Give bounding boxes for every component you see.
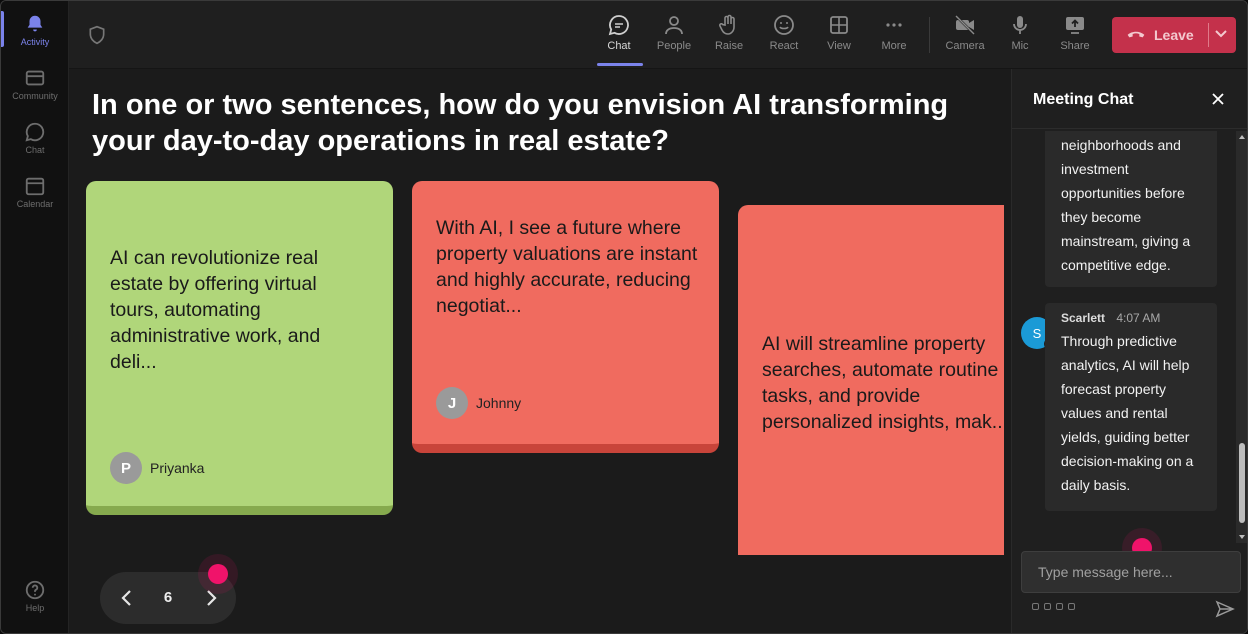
message-text: Through predictive analytics, AI will he… <box>1061 333 1194 493</box>
chevron-down-icon[interactable] <box>1214 29 1228 39</box>
more-button-label: More <box>881 40 907 52</box>
people-button-label: People <box>656 40 692 52</box>
response-card[interactable]: AI will streamline property searches, au… <box>738 205 1004 555</box>
author-name: Johnny <box>476 395 522 411</box>
gif-icon[interactable] <box>1068 603 1075 610</box>
view-button[interactable]: View <box>813 13 865 63</box>
avatar: J <box>436 387 468 419</box>
chevron-left-icon[interactable] <box>118 588 136 608</box>
chat-button-label: Chat <box>607 40 631 52</box>
send-icon[interactable] <box>1215 600 1235 618</box>
chat-icon <box>608 15 629 36</box>
view-button-label: View <box>827 40 851 52</box>
hang-up-icon <box>1127 31 1145 38</box>
avatar-initial: S <box>1032 325 1042 341</box>
scroll-thumb[interactable] <box>1239 443 1245 523</box>
rail-item-activity[interactable]: Activity <box>1 13 69 47</box>
people-button[interactable]: People <box>648 13 700 63</box>
smiley-icon <box>774 15 794 35</box>
chat-header: Meeting Chat <box>1012 69 1247 129</box>
author-name: Priyanka <box>150 460 205 476</box>
response-text: AI will streamline property searches, au… <box>762 333 1004 433</box>
meeting-chat-panel: Meeting Chat neighborhoods and investmen… <box>1011 69 1247 633</box>
response-author: J Johnny <box>436 387 521 419</box>
chat-icon <box>25 122 45 142</box>
chat-title: Meeting Chat <box>1033 91 1134 108</box>
response-text: With AI, I see a future where property v… <box>436 217 698 317</box>
rail-item-help[interactable]: Help <box>1 579 69 613</box>
camera-off-icon <box>955 15 975 35</box>
shield-icon[interactable] <box>87 25 107 45</box>
rail-label: Help <box>25 603 45 613</box>
response-author: P Priyanka <box>110 452 204 484</box>
rail-label: Chat <box>25 145 45 155</box>
people-icon <box>665 16 683 35</box>
bell-icon <box>27 15 43 32</box>
close-icon[interactable] <box>1210 91 1226 107</box>
rail-label: Community <box>12 91 58 101</box>
share-button-label: Share <box>1060 40 1090 52</box>
share-button[interactable]: Share <box>1049 13 1101 63</box>
meeting-window: Activity Community Chat Calendar Help Ch… <box>0 0 1248 634</box>
mic-button[interactable]: Mic <box>994 13 1046 63</box>
help-icon <box>25 580 45 600</box>
leave-button[interactable]: Leave <box>1112 17 1236 53</box>
react-button-label: React <box>769 40 799 52</box>
pointer-highlight-dot <box>208 564 228 584</box>
active-tab-underline <box>597 63 643 66</box>
raise-button-label: Raise <box>714 40 744 52</box>
grid-view-icon <box>830 16 848 34</box>
mic-button-label: Mic <box>1011 40 1029 52</box>
avatar: P <box>110 452 142 484</box>
more-button[interactable]: More <box>868 13 920 63</box>
sender-name: Scarlett <box>1061 311 1106 325</box>
share-screen-icon <box>1066 17 1084 34</box>
chat-message-input[interactable] <box>1021 551 1241 593</box>
response-card[interactable]: With AI, I see a future where property v… <box>412 181 719 453</box>
response-card[interactable]: AI can revolutionize real estate by offe… <box>86 181 393 515</box>
rail-item-calendar[interactable]: Calendar <box>1 175 69 209</box>
calendar-icon <box>25 177 45 196</box>
format-icon[interactable] <box>1032 603 1039 610</box>
camera-button[interactable]: Camera <box>939 13 991 63</box>
rail-item-chat[interactable]: Chat <box>1 121 69 155</box>
chevron-right-icon[interactable] <box>202 588 220 608</box>
question-title: In one or two sentences, how do you envi… <box>92 89 949 157</box>
toolbar-divider <box>929 17 930 53</box>
rail-item-community[interactable]: Community <box>1 67 69 101</box>
page-number: 6 <box>163 589 173 606</box>
meeting-toolbar: Chat People Raise React View More Camera <box>69 1 1247 69</box>
scroll-up-arrow-icon[interactable] <box>1238 133 1246 141</box>
message-text: neighborhoods and investment opportuniti… <box>1061 137 1191 273</box>
attach-icon[interactable] <box>1044 603 1051 610</box>
message-meta: Scarlett 4:07 AM <box>1061 311 1207 325</box>
emoji-icon[interactable] <box>1056 603 1063 610</box>
chat-scrollbar[interactable] <box>1236 131 1247 543</box>
react-button[interactable]: React <box>758 13 810 63</box>
chat-button[interactable]: Chat <box>593 13 645 63</box>
response-text: AI can revolutionize real estate by offe… <box>110 247 321 373</box>
rail-label: Calendar <box>16 199 54 209</box>
leave-divider <box>1208 23 1209 47</box>
raise-hand-icon <box>719 14 735 35</box>
presentation-stage: In one or two sentences, how do you envi… <box>69 69 1011 633</box>
app-rail: Activity Community Chat Calendar Help <box>1 1 69 633</box>
community-icon <box>25 70 45 86</box>
microphone-icon <box>1013 16 1027 34</box>
more-dots-icon <box>886 23 902 27</box>
camera-button-label: Camera <box>945 40 985 52</box>
rail-label: Activity <box>20 37 50 47</box>
chat-message: Scarlett 4:07 AM Through predictive anal… <box>1045 303 1217 511</box>
leave-button-label: Leave <box>1154 27 1194 43</box>
formatting-toolbar <box>1032 603 1075 610</box>
chat-message: neighborhoods and investment opportuniti… <box>1045 131 1217 287</box>
message-time: 4:07 AM <box>1116 311 1161 325</box>
scroll-down-arrow-icon[interactable] <box>1238 533 1246 541</box>
raise-hand-button[interactable]: Raise <box>703 13 755 63</box>
